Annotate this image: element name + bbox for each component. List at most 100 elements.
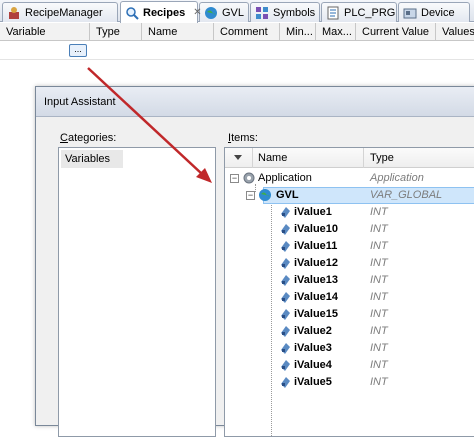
node-type: INT — [370, 342, 388, 354]
tree-node-variable[interactable]: iValue12 INT — [225, 255, 474, 272]
recipe-grid-header: Variable Type Name Comment Min... Max...… — [0, 23, 474, 41]
recipe-manager-icon — [7, 6, 21, 20]
tab-label: GVL — [222, 6, 245, 19]
tab-label: PLC_PRG — [344, 6, 396, 19]
categories-label-accesskey: C — [60, 132, 68, 144]
editor-tab-strip: RecipeManager Recipes ✕ GVL Symbols PLC_… — [0, 0, 474, 23]
tab-plc-prg[interactable]: PLC_PRG — [321, 2, 397, 22]
variable-icon — [281, 360, 290, 371]
node-type: INT — [370, 240, 388, 252]
variable-icon — [281, 326, 290, 337]
items-label: Items: — [228, 132, 258, 144]
node-name: iValue2 — [294, 325, 332, 337]
variable-icon — [281, 258, 290, 269]
node-name: iValue10 — [294, 223, 339, 235]
node-type: INT — [370, 325, 388, 337]
categories-list[interactable]: Variables — [58, 147, 216, 437]
variable-icon — [281, 309, 290, 320]
node-name: GVL — [276, 189, 299, 201]
variable-icon — [281, 241, 290, 252]
globe-icon — [204, 6, 218, 20]
tab-symbols[interactable]: Symbols — [250, 2, 320, 22]
items-tree-header: Name Type — [225, 148, 474, 168]
tree-node-variable[interactable]: iValue3 INT — [225, 340, 474, 357]
node-name: Application — [258, 172, 312, 184]
node-name: iValue14 — [294, 291, 339, 303]
node-type: INT — [370, 206, 388, 218]
node-name: iValue12 — [294, 257, 339, 269]
sort-arrow-icon[interactable] — [233, 148, 243, 168]
tree-node-variable[interactable]: iValue4 INT — [225, 357, 474, 374]
program-icon — [326, 6, 340, 20]
column-header-current-value[interactable]: Current Value — [356, 23, 436, 41]
node-type: INT — [370, 274, 388, 286]
tree-node-gvl[interactable]: − GVL VAR_GLOBAL — [225, 187, 474, 204]
tab-label: RecipeManager — [25, 6, 103, 19]
collapse-icon[interactable]: − — [230, 174, 239, 183]
tab-device[interactable]: Device — [398, 2, 470, 22]
node-type: Application — [370, 172, 424, 184]
column-header-min[interactable]: Min... — [280, 23, 316, 41]
application-gear-icon — [242, 171, 256, 185]
input-assistant-dialog: Input Assistant Categories: Items: Varia… — [35, 86, 474, 437]
recipe-grid-row: ... — [0, 42, 474, 60]
tree-node-variable[interactable]: iValue14 INT — [225, 289, 474, 306]
column-header-type[interactable]: Type — [90, 23, 142, 41]
node-name: iValue15 — [294, 308, 339, 320]
categories-label-text: ategories: — [67, 132, 117, 144]
column-header-values[interactable]: Values — [436, 23, 474, 41]
column-header-max[interactable]: Max... — [316, 23, 356, 41]
node-type: INT — [370, 257, 388, 269]
globe-icon — [258, 188, 272, 202]
node-type: INT — [370, 223, 388, 235]
symbols-icon — [255, 6, 269, 20]
device-icon — [403, 6, 417, 20]
collapse-icon[interactable]: − — [246, 191, 255, 200]
column-header-variable[interactable]: Variable — [0, 23, 90, 41]
node-name: iValue11 — [294, 240, 338, 252]
tree-node-application[interactable]: − Application Application — [225, 170, 474, 187]
header-divider — [363, 148, 364, 168]
dialog-title: Input Assistant — [36, 87, 474, 117]
tree-node-variable[interactable]: iValue1 INT — [225, 204, 474, 221]
items-label-text: tems: — [231, 132, 258, 144]
tree-node-variable[interactable]: iValue10 INT — [225, 221, 474, 238]
variable-icon — [281, 377, 290, 388]
node-type: VAR_GLOBAL — [370, 189, 443, 201]
node-type: INT — [370, 308, 388, 320]
tab-gvl[interactable]: GVL — [199, 2, 249, 22]
tree-node-variable[interactable]: iValue13 INT — [225, 272, 474, 289]
items-column-name[interactable]: Name — [258, 148, 287, 168]
node-name: iValue1 — [294, 206, 332, 218]
variable-icon — [281, 275, 290, 286]
node-name: iValue4 — [294, 359, 332, 371]
categories-label: Categories: — [60, 132, 116, 144]
tab-label: Symbols — [273, 6, 316, 19]
node-type: INT — [370, 376, 388, 388]
header-divider — [252, 148, 253, 168]
variable-icon — [281, 292, 290, 303]
items-tree[interactable]: Name Type − Application Application − GV… — [224, 147, 474, 437]
tree-node-variable[interactable]: iValue15 INT — [225, 306, 474, 323]
node-name: iValue13 — [294, 274, 339, 286]
items-column-type[interactable]: Type — [370, 148, 394, 168]
tab-label: Device — [421, 6, 455, 19]
input-assistant-button[interactable]: ... — [69, 44, 87, 57]
column-header-comment[interactable]: Comment — [214, 23, 280, 41]
node-name: iValue5 — [294, 376, 332, 388]
category-item-variables[interactable]: Variables — [61, 150, 123, 168]
column-header-name[interactable]: Name — [142, 23, 214, 41]
tab-recipes[interactable]: Recipes ✕ — [120, 1, 202, 23]
variable-icon — [281, 343, 290, 354]
tree-node-variable[interactable]: iValue11 INT — [225, 238, 474, 255]
tab-label: Recipes — [143, 6, 186, 19]
variable-icon — [281, 207, 290, 218]
close-icon[interactable]: ✕ — [193, 7, 201, 18]
tab-recipe-manager[interactable]: RecipeManager — [2, 2, 118, 22]
node-name: iValue3 — [294, 342, 332, 354]
tree-node-variable[interactable]: iValue5 INT — [225, 374, 474, 391]
magnifier-icon — [125, 6, 139, 20]
tree-node-variable[interactable]: iValue2 INT — [225, 323, 474, 340]
node-type: INT — [370, 359, 388, 371]
variable-icon — [281, 224, 290, 235]
